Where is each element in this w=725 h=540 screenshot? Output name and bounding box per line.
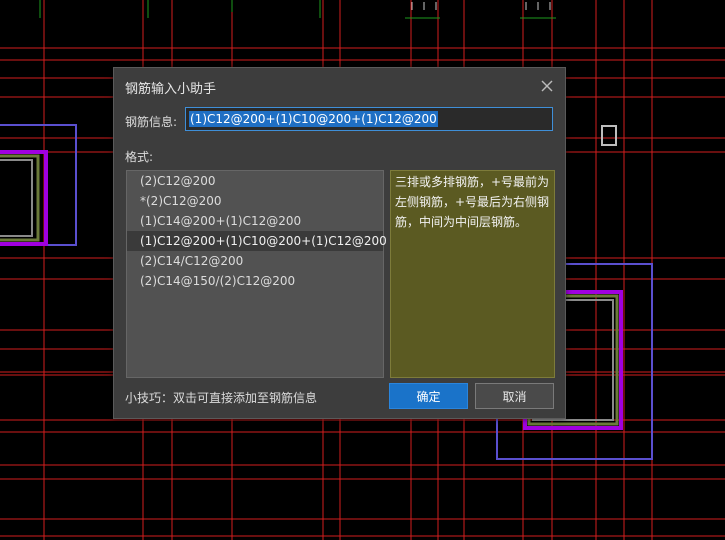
format-item[interactable]: (2)C12@200 [127, 171, 383, 191]
tip-text: 小技巧：双击可直接添加至钢筋信息 [125, 391, 318, 405]
format-item[interactable]: (2)C14@150/(2)C12@200 [127, 271, 383, 291]
rebar-info-value: (1)C12@200+(1)C10@200+(1)C12@200 [189, 111, 438, 127]
format-label: 格式: [125, 150, 154, 164]
left-column-outline [0, 124, 77, 246]
format-description: 三排或多排钢筋，+号最前为左侧钢筋，+号最后为右侧钢筋，中间为中间层钢筋。 [390, 170, 555, 378]
rebar-input-dialog: 钢筋输入小助手 钢筋信息: (1)C12@200+(1)C10@200+(1)C… [113, 67, 566, 419]
small-white-marker [601, 125, 617, 146]
cancel-button[interactable]: 取消 [475, 383, 554, 409]
format-item[interactable]: (1)C14@200+(1)C12@200 [127, 211, 383, 231]
green-axis-lines [39, 0, 556, 19]
dimension-marks [411, 2, 551, 10]
format-item[interactable]: (2)C14/C12@200 [127, 251, 383, 271]
format-item-selected[interactable]: (1)C12@200+(1)C10@200+(1)C12@200 [127, 231, 387, 251]
format-list[interactable]: (2)C12@200 *(2)C12@200 (1)C14@200+(1)C12… [126, 170, 387, 378]
rebar-info-input[interactable]: (1)C12@200+(1)C10@200+(1)C12@200 [185, 107, 553, 131]
format-item[interactable]: *(2)C12@200 [127, 191, 383, 211]
ok-button[interactable]: 确定 [389, 383, 468, 409]
close-icon[interactable] [538, 77, 556, 95]
dialog-title: 钢筋输入小助手 [125, 82, 217, 97]
rebar-info-label: 钢筋信息: [125, 115, 178, 129]
